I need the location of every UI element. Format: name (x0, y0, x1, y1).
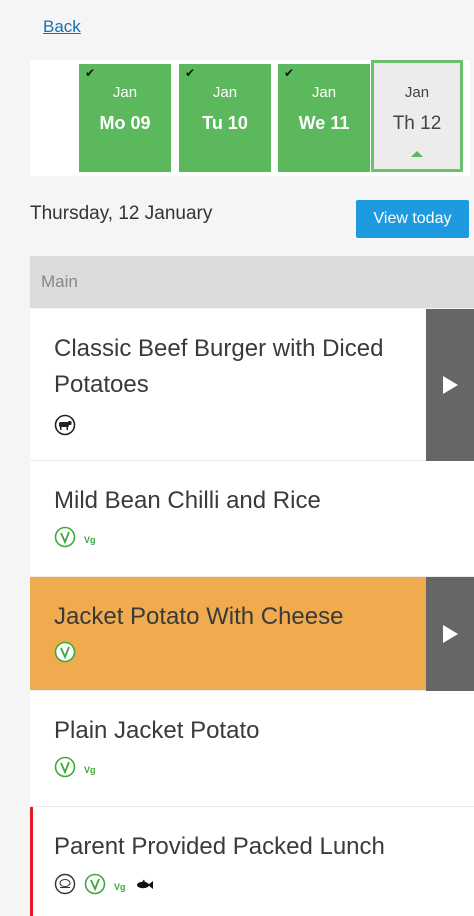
vegetarian-icon (54, 756, 76, 783)
day-date: We 11 (298, 113, 350, 133)
menu-item-name: Mild Bean Chilli and Rice (54, 487, 321, 514)
not-halal-icon (54, 873, 76, 900)
expand-arrow-button[interactable] (426, 577, 474, 691)
page: Back ✔ Jan Mo 09 ✔ Jan Tu 10 ✔ Jan We 11… (0, 0, 474, 916)
cow-icon (54, 414, 76, 441)
back-link[interactable]: Back (43, 17, 81, 37)
check-icon: ✔ (185, 66, 196, 80)
vegetarian-icon (54, 641, 76, 668)
check-icon: ✔ (85, 66, 96, 80)
play-arrow-icon (442, 376, 458, 394)
menu-item[interactable]: Mild Bean Chilli and Rice Vg (30, 461, 474, 577)
menu-item-selected[interactable]: Jacket Potato With Cheese (30, 577, 474, 691)
menu-item-name: Parent Provided Packed Lunch (54, 833, 385, 860)
day-month: Jan (311, 84, 337, 101)
day-tab-th12[interactable]: Jan Th 12 (371, 60, 463, 172)
vegetarian-icon (54, 526, 76, 553)
vegan-tag: Vg (84, 534, 96, 545)
day-date: Mo 09 (99, 113, 151, 133)
day-tab-mo09[interactable]: ✔ Jan Mo 09 (79, 64, 171, 172)
alert-bar (30, 807, 33, 916)
menu-item[interactable]: Parent Provided Packed Lunch Vg (30, 807, 474, 916)
day-tab-tu10[interactable]: ✔ Jan Tu 10 (179, 64, 271, 172)
menu-item-name: Plain Jacket Potato (54, 717, 260, 744)
day-month: Jan (112, 84, 138, 101)
expand-arrow-button[interactable] (426, 309, 474, 461)
check-icon: ✔ (284, 66, 295, 80)
play-arrow-icon (442, 625, 458, 643)
dietary-icons (54, 414, 76, 441)
dietary-icons (54, 641, 76, 668)
section-header: Main (30, 256, 474, 308)
vegan-tag: Vg (84, 764, 96, 775)
menu-item[interactable]: Plain Jacket Potato Vg (30, 691, 474, 807)
vegan-tag: Vg (114, 881, 126, 892)
day-month: Jan (404, 84, 430, 101)
day-selector: ✔ Jan Mo 09 ✔ Jan Tu 10 ✔ Jan We 11 Jan … (30, 60, 470, 176)
date-heading: Thursday, 12 January (30, 203, 213, 224)
menu-item-name: Jacket Potato With Cheese (54, 603, 344, 630)
menu-item-name: Classic Beef Burger with Diced Potatoes (54, 335, 384, 398)
fish-icon (134, 878, 154, 896)
dietary-icons: Vg (54, 873, 154, 900)
dietary-icons: Vg (54, 756, 96, 783)
day-date: Tu 10 (202, 113, 248, 133)
day-date: Th 12 (392, 113, 442, 134)
day-month: Jan (212, 84, 238, 101)
day-tab-we11[interactable]: ✔ Jan We 11 (278, 64, 370, 172)
dietary-icons: Vg (54, 526, 96, 553)
caret-up-icon (411, 151, 423, 157)
view-today-button[interactable]: View today (356, 200, 469, 238)
menu-item[interactable]: Classic Beef Burger with Diced Potatoes (30, 309, 474, 461)
vegetarian-icon (84, 873, 106, 900)
